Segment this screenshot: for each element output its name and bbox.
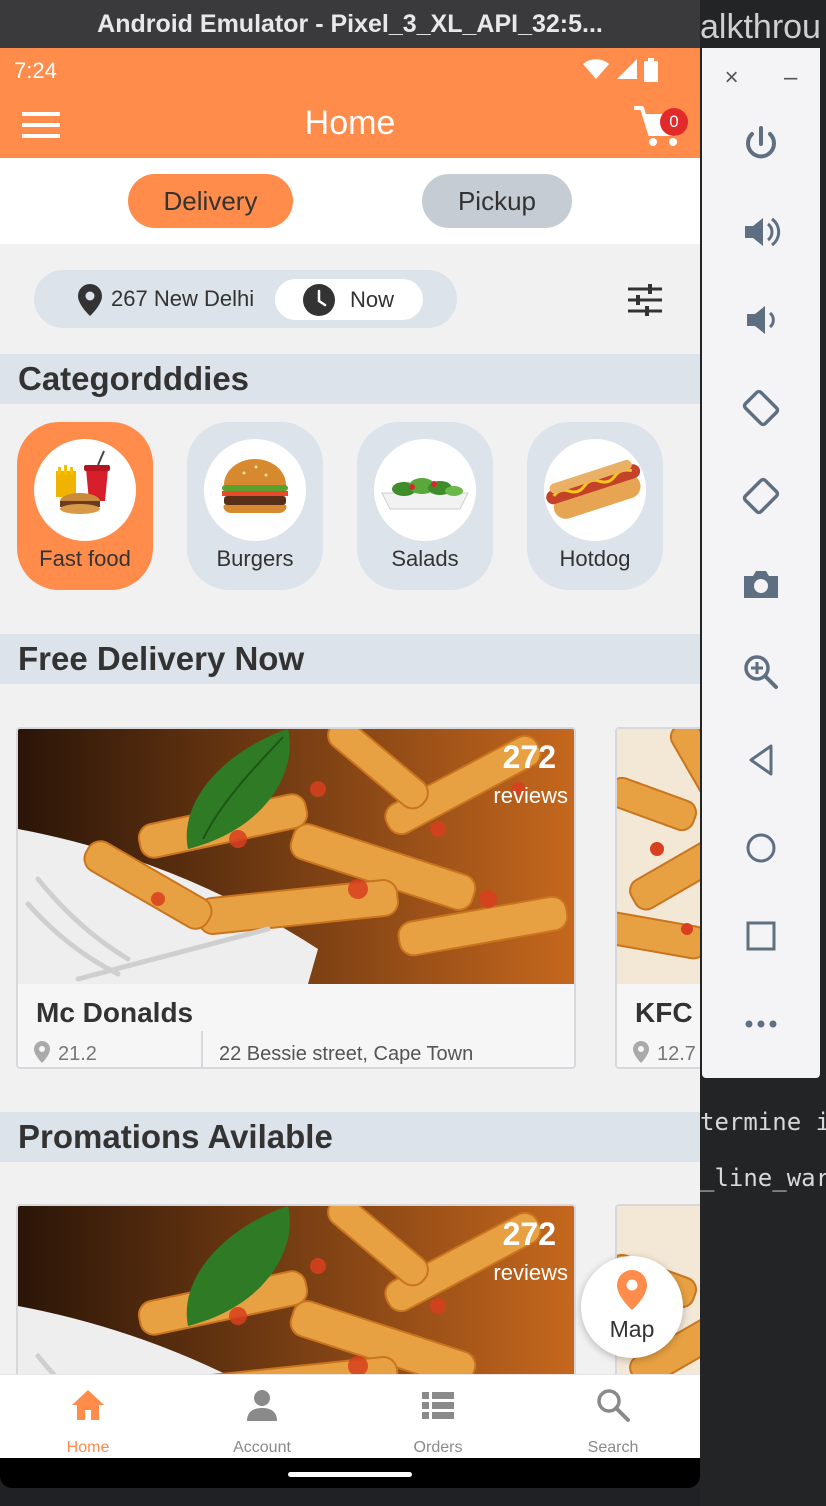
emulator-title: Android Emulator - Pixel_3_XL_API_32:5..… (97, 9, 603, 38)
category-salads[interactable]: Salads (357, 422, 493, 590)
desktop: alkthrou termine if _line_warn Android E… (0, 0, 826, 1506)
order-mode-toggle: Delivery Pickup (0, 158, 700, 244)
ide-tab-text: alkthrou (700, 8, 821, 46)
review-label: reviews (493, 783, 568, 808)
salad-image (374, 439, 476, 541)
emulator-window-controls: × – (702, 48, 820, 108)
restaurant-distance: 12.7 (657, 1043, 696, 1065)
free-delivery-heading: Free Delivery Now (0, 634, 700, 684)
location-pin-icon (633, 1041, 649, 1063)
cart-count-badge: 0 (660, 108, 688, 136)
restaurant-address: 22 Bessie street, Cape Town (219, 1043, 474, 1065)
time-selector[interactable]: Now (275, 279, 423, 320)
clock-icon (303, 284, 335, 316)
bottom-navigation: Home Account Orders Search (0, 1374, 700, 1458)
review-count: 272 (502, 1216, 556, 1252)
rotate-right-icon[interactable] (702, 466, 820, 526)
terminal-line: _line_warn (700, 1164, 826, 1192)
category-fast-food[interactable]: Fast food (17, 422, 153, 590)
overview-icon[interactable] (702, 906, 820, 966)
phone-frame: 7:24 Home 0 Delivery Pickup 267 New Delh… (0, 48, 700, 1488)
volume-up-icon[interactable] (702, 202, 820, 262)
home-icon (72, 1390, 104, 1420)
pasta-image (617, 729, 700, 984)
review-label: reviews (493, 1260, 568, 1285)
restaurant-distance: 21.2 (58, 1043, 97, 1065)
filter-icon[interactable] (628, 284, 662, 316)
restaurant-card[interactable]: 272 reviews Mc Donalds 21.2 22 Bessie st… (16, 727, 576, 1069)
nav-orders[interactable]: Orders (368, 1375, 508, 1458)
review-count: 272 (502, 739, 556, 775)
divider (201, 1031, 203, 1067)
more-icon[interactable] (702, 994, 820, 1054)
location-pin-icon (34, 1041, 50, 1063)
map-pin-icon (617, 1270, 647, 1310)
restaurant-name: Mc Donalds (36, 997, 194, 1028)
map-button[interactable]: Map (581, 1256, 683, 1358)
close-icon[interactable]: × (725, 64, 739, 92)
page-title: Home (304, 104, 396, 142)
delivery-button[interactable]: Delivery (128, 174, 293, 228)
wifi-icon (583, 59, 609, 79)
location-pin-icon (78, 284, 102, 316)
rotate-left-icon[interactable] (702, 378, 820, 438)
camera-icon[interactable] (702, 554, 820, 614)
nav-label: Orders (413, 1439, 463, 1456)
emulator-toolbar: × – (702, 48, 820, 1078)
terminal-line: termine if (700, 1108, 826, 1136)
fast-food-image (34, 439, 136, 541)
nav-account[interactable]: Account (192, 1375, 332, 1458)
nav-label: Search (587, 1439, 639, 1456)
volume-down-icon[interactable] (702, 290, 820, 350)
signal-icon (617, 59, 637, 79)
account-icon (247, 1390, 277, 1421)
status-bar: 7:24 (0, 48, 700, 94)
categories-heading: Categordddies (0, 354, 700, 404)
category-label: Burgers (216, 546, 294, 571)
nav-label: Account (233, 1439, 291, 1456)
nav-search[interactable]: Search (543, 1375, 683, 1458)
category-burgers[interactable]: Burgers (187, 422, 323, 590)
location-address: 267 New Delhi (111, 286, 255, 311)
promotions-heading: Promations Avilable (0, 1112, 700, 1162)
pickup-button[interactable]: Pickup (422, 174, 572, 228)
nav-label: Home (66, 1439, 110, 1456)
time-label: Now (350, 287, 395, 312)
location-selector[interactable]: 267 New Delhi Now (34, 270, 457, 328)
power-icon[interactable] (702, 114, 820, 174)
category-label: Fast food (39, 546, 131, 571)
restaurant-card[interactable]: KFC 12.7 (615, 727, 700, 1069)
category-label: Hotdog (559, 546, 631, 571)
minimize-icon[interactable]: – (784, 64, 797, 92)
home-icon[interactable] (702, 818, 820, 878)
search-icon (597, 1389, 630, 1422)
app-bar: Home (0, 94, 700, 158)
pasta-image: 272 reviews (18, 729, 574, 984)
restaurant-name: KFC (635, 997, 693, 1028)
gesture-home-bar[interactable] (288, 1472, 412, 1477)
app-screen: 7:24 Home 0 Delivery Pickup 267 New Delh… (0, 48, 700, 1458)
status-time: 7:24 (14, 58, 57, 83)
hotdog-image (544, 439, 646, 541)
nav-home[interactable]: Home (18, 1375, 158, 1458)
orders-icon (422, 1392, 454, 1419)
burger-image (204, 439, 306, 541)
status-icons (582, 58, 658, 82)
emulator-title-bar[interactable]: Android Emulator - Pixel_3_XL_API_32:5..… (0, 0, 700, 48)
zoom-icon[interactable] (702, 642, 820, 702)
map-button-label: Map (609, 1316, 655, 1342)
category-hotdog[interactable]: Hotdog (527, 422, 663, 590)
category-label: Salads (391, 546, 459, 571)
back-icon[interactable] (702, 730, 820, 790)
battery-icon (644, 58, 658, 82)
